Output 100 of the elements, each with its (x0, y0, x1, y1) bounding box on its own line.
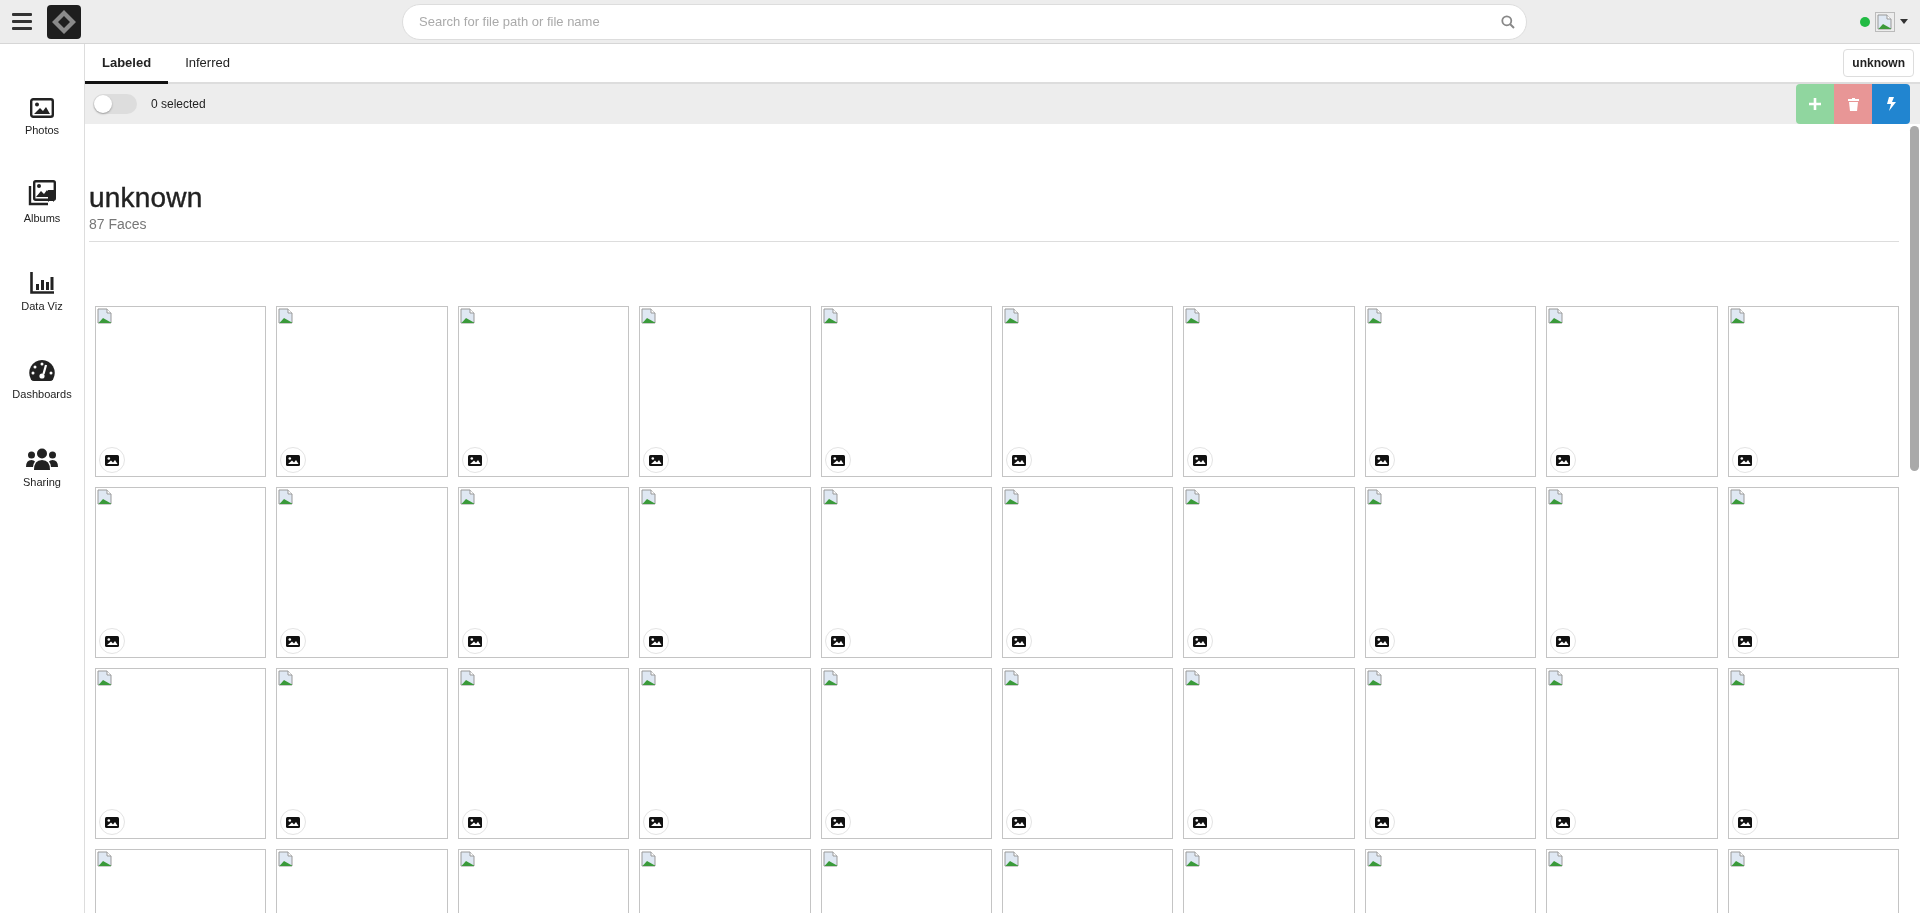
broken-image-icon (1185, 670, 1202, 686)
image-button[interactable] (461, 809, 488, 835)
person-button[interactable]: unknown (1843, 49, 1914, 77)
face-tile[interactable] (1546, 306, 1718, 477)
image-button[interactable] (1368, 809, 1395, 835)
image-button[interactable] (280, 628, 307, 654)
face-tile[interactable] (276, 668, 448, 839)
broken-image-icon (459, 308, 476, 324)
image-button[interactable] (824, 809, 851, 835)
image-button[interactable] (1368, 628, 1395, 654)
face-tile[interactable] (639, 306, 811, 477)
sidebar-item[interactable]: Albums (2, 166, 82, 224)
image-icon (286, 454, 301, 466)
face-tile[interactable] (1183, 668, 1355, 839)
image-button[interactable] (99, 809, 125, 835)
face-tile[interactable] (1183, 306, 1355, 477)
broken-image-icon (822, 670, 839, 686)
image-button[interactable] (1550, 628, 1577, 654)
image-button[interactable] (99, 628, 125, 654)
menu-icon[interactable] (12, 13, 32, 30)
train-button[interactable] (1872, 84, 1910, 124)
face-tile[interactable] (276, 487, 448, 658)
broken-image-icon (1729, 308, 1746, 324)
image-button[interactable] (643, 628, 670, 654)
face-tile[interactable] (1727, 668, 1899, 839)
face-tile[interactable] (820, 668, 992, 839)
image-icon (30, 98, 54, 118)
image-icon (1193, 635, 1208, 647)
face-tile[interactable] (1364, 668, 1537, 839)
face-tile[interactable] (820, 487, 992, 658)
face-tile[interactable] (639, 487, 811, 658)
image-button[interactable] (1006, 809, 1032, 835)
broken-image-icon (1004, 670, 1020, 686)
image-button[interactable] (461, 628, 488, 654)
image-button[interactable] (1368, 447, 1395, 473)
image-icon (1556, 454, 1571, 466)
image-icon (286, 816, 301, 828)
face-tile[interactable] (1546, 487, 1718, 658)
search-icon[interactable] (1501, 14, 1515, 29)
image-button[interactable] (1550, 447, 1577, 473)
search-field[interactable]: Search for file path or file name (402, 3, 1527, 40)
face-tile[interactable] (457, 668, 630, 839)
face-tile[interactable] (1364, 487, 1537, 658)
face-tile[interactable] (457, 306, 630, 477)
image-button[interactable] (1187, 809, 1214, 835)
image-button[interactable] (1731, 628, 1758, 654)
image-button[interactable] (280, 447, 307, 473)
image-button[interactable] (1731, 809, 1758, 835)
image-button[interactable] (824, 628, 851, 654)
sidebar-item[interactable]: Dashboards (2, 342, 82, 400)
image-button[interactable] (1187, 447, 1214, 473)
image-button[interactable] (643, 809, 670, 835)
image-button[interactable] (824, 447, 851, 473)
sidebar-label: Data Viz (21, 300, 63, 312)
toggle-switch[interactable] (93, 94, 137, 114)
face-tile[interactable] (276, 306, 448, 477)
broken-image-icon (459, 489, 476, 505)
face-tile[interactable] (1727, 306, 1899, 477)
sidebar-item[interactable]: Photos (2, 78, 82, 136)
image-button[interactable] (280, 809, 307, 835)
image-icon (105, 635, 119, 647)
sidebar-item[interactable]: Sharing (2, 430, 82, 488)
broken-image-icon (1366, 308, 1383, 324)
broken-image-icon (1185, 489, 1202, 505)
broken-image-icon (1548, 489, 1565, 505)
face-tile[interactable] (457, 487, 630, 658)
face-tile[interactable] (95, 306, 267, 477)
face-tile[interactable] (95, 668, 267, 839)
face-tile[interactable] (95, 487, 267, 658)
face-tile[interactable] (1002, 668, 1174, 839)
gauge-icon (29, 360, 55, 382)
face-tile[interactable] (1727, 487, 1899, 658)
image-button[interactable] (99, 447, 125, 473)
sidebar-item[interactable]: Data Viz (2, 254, 82, 312)
image-button[interactable] (1006, 628, 1032, 654)
broken-image-icon (97, 489, 113, 505)
image-button[interactable] (1731, 447, 1758, 473)
face-tile[interactable] (1364, 306, 1537, 477)
image-button[interactable] (1550, 809, 1577, 835)
image-icon (1737, 816, 1752, 828)
image-button[interactable] (643, 447, 670, 473)
scrollbar-thumb[interactable] (1910, 126, 1919, 471)
caret-icon[interactable] (1900, 19, 1908, 24)
image-button[interactable] (1006, 447, 1032, 473)
face-tile[interactable] (820, 306, 992, 477)
users-icon (26, 448, 58, 470)
broken-image-icon (641, 670, 658, 686)
image-button[interactable] (461, 447, 488, 473)
avatar-image[interactable] (1875, 11, 1895, 32)
broken-image-icon (822, 851, 839, 867)
face-count: 87 Faces (89, 216, 148, 232)
image-button[interactable] (1187, 628, 1214, 654)
face-tile[interactable] (1002, 306, 1174, 477)
logo-icon[interactable] (47, 4, 81, 39)
face-tile[interactable] (1546, 668, 1718, 839)
face-tile[interactable] (1002, 487, 1174, 658)
tab[interactable]: Inferred (168, 44, 247, 84)
image-icon (649, 816, 664, 828)
face-tile[interactable] (1183, 487, 1355, 658)
face-tile[interactable] (639, 668, 811, 839)
